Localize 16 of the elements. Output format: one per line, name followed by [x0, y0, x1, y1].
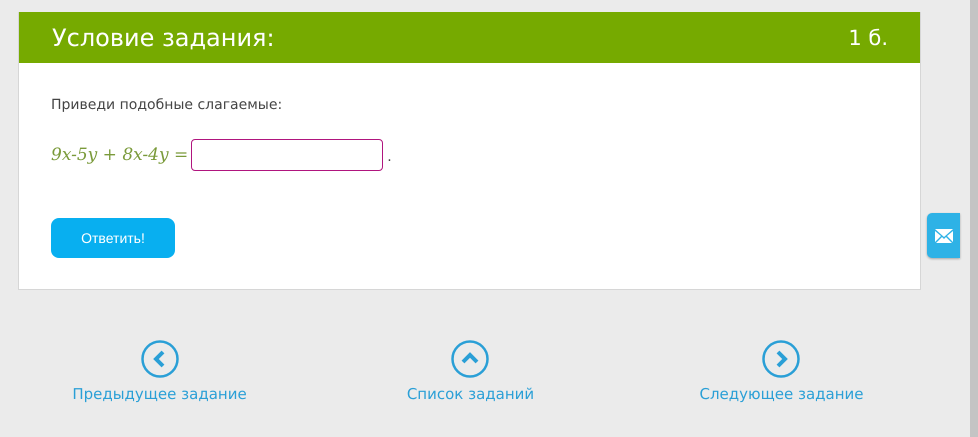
nav-link[interactable]: Список заданий — [406, 340, 534, 403]
task-points: 1 б. — [848, 26, 888, 50]
task-title: Условие задания: — [52, 24, 275, 52]
answer-field[interactable] — [191, 139, 384, 171]
scrollbar[interactable] — [970, 0, 978, 437]
period: . — [387, 149, 392, 165]
equation: 9x-5y + 8x-4y = — [51, 145, 188, 165]
up-chevron-icon — [451, 340, 490, 378]
left-chevron-icon — [140, 340, 178, 378]
task-instruction: Приведи подобные слагаемые: — [51, 97, 282, 113]
submit-button[interactable]: Ответить! — [51, 218, 175, 258]
right-chevron-icon — [762, 340, 800, 378]
envelope-icon — [934, 228, 952, 242]
nav-link[interactable]: Предыдущее задание — [72, 340, 247, 403]
feedback-tab[interactable] — [927, 213, 960, 258]
nav-link[interactable]: Следующее задание — [699, 340, 864, 403]
